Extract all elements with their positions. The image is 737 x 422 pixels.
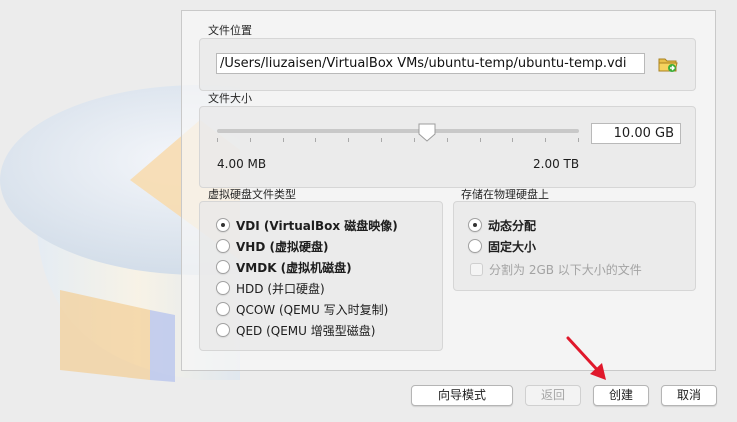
option-label: VDI (VirtualBox 磁盘映像)	[236, 218, 398, 233]
option-label: VHD (虚拟硬盘)	[236, 239, 329, 254]
size-max-label: 2.00 TB	[533, 157, 580, 171]
option-label: 固定大小	[488, 239, 537, 254]
disk-type-option-vmdk[interactable]: VMDK (虚拟机磁盘)	[216, 258, 352, 276]
guided-mode-button[interactable]: 向导模式	[411, 385, 513, 406]
annotation-arrow-icon	[566, 336, 606, 380]
disk-type-option-hdd[interactable]: HDD (并口硬盘)	[216, 279, 325, 297]
size-slider-thumb[interactable]	[418, 123, 436, 142]
size-slider-ticks	[217, 138, 579, 142]
storage-label: 存储在物理硬盘上	[461, 188, 549, 201]
slider-tick	[545, 138, 546, 142]
slider-tick	[414, 138, 415, 142]
storage-option-dynamic[interactable]: 动态分配	[468, 216, 536, 234]
cancel-button[interactable]: 取消	[661, 385, 717, 406]
slider-tick	[578, 138, 579, 142]
back-button[interactable]: 返回	[525, 385, 581, 406]
slider-tick	[447, 138, 448, 142]
slider-tick	[217, 138, 218, 142]
radio-button[interactable]	[216, 302, 230, 316]
storage-option-fixed[interactable]: 固定大小	[468, 237, 536, 255]
option-label: VMDK (虚拟机磁盘)	[236, 260, 352, 275]
slider-tick	[381, 138, 382, 142]
slider-tick	[283, 138, 284, 142]
slider-tick	[315, 138, 316, 142]
slider-tick	[512, 138, 513, 142]
split-files-label: 分割为 2GB 以下大小的文件	[489, 262, 642, 277]
radio-button[interactable]	[216, 239, 230, 253]
split-files-checkbox[interactable]	[470, 262, 483, 276]
split-files-checkbox-row[interactable]: 分割为 2GB 以下大小的文件	[470, 261, 642, 277]
disk-type-option-vhd[interactable]: VHD (虚拟硬盘)	[216, 237, 328, 255]
radio-button[interactable]	[468, 239, 482, 253]
radio-button[interactable]	[216, 281, 230, 295]
file-path-input[interactable]: /Users/liuzaisen/VirtualBox VMs/ubuntu-t…	[216, 53, 645, 74]
disk-type-option-qed[interactable]: QED (QEMU 增强型磁盘)	[216, 321, 375, 339]
slider-tick	[480, 138, 481, 142]
folder-browse-icon[interactable]	[657, 54, 679, 74]
option-label: QED (QEMU 增强型磁盘)	[236, 323, 376, 338]
size-value-input[interactable]: 10.00 GB	[591, 123, 681, 144]
disk-type-option-vdi[interactable]: VDI (VirtualBox 磁盘映像)	[216, 216, 398, 234]
file-size-label: 文件大小	[208, 92, 252, 105]
disk-type-option-qcow[interactable]: QCOW (QEMU 写入时复制)	[216, 300, 388, 318]
option-label: HDD (并口硬盘)	[236, 281, 325, 296]
radio-button[interactable]	[216, 260, 230, 274]
create-button[interactable]: 创建	[593, 385, 649, 406]
slider-tick	[250, 138, 251, 142]
radio-button[interactable]	[468, 218, 482, 232]
file-size-group	[199, 106, 696, 188]
size-slider-track[interactable]	[217, 129, 579, 133]
disk-type-label: 虚拟硬盘文件类型	[208, 188, 296, 201]
size-min-label: 4.00 MB	[217, 157, 267, 171]
radio-button[interactable]	[216, 218, 230, 232]
option-label: 动态分配	[488, 218, 537, 233]
radio-button[interactable]	[216, 323, 230, 337]
option-label: QCOW (QEMU 写入时复制)	[236, 302, 389, 317]
file-location-label: 文件位置	[208, 24, 252, 37]
slider-tick	[348, 138, 349, 142]
